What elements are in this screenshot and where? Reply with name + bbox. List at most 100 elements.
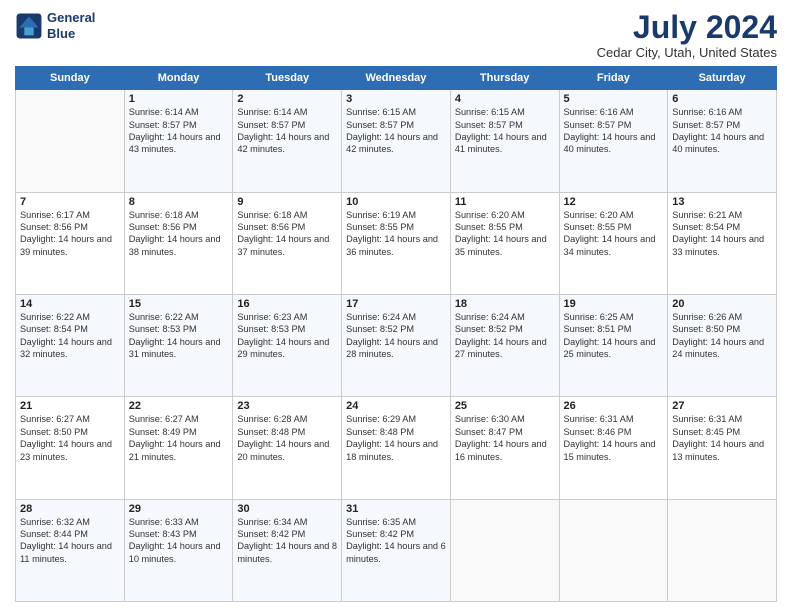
calendar-cell <box>668 499 777 601</box>
day-number: 12 <box>564 196 664 208</box>
calendar-cell: 14Sunrise: 6:22 AMSunset: 8:54 PMDayligh… <box>16 294 125 396</box>
day-info: Sunrise: 6:20 AMSunset: 8:55 PMDaylight:… <box>455 209 555 259</box>
day-info: Sunrise: 6:22 AMSunset: 8:53 PMDaylight:… <box>129 311 229 361</box>
day-header-monday: Monday <box>124 67 233 90</box>
day-number: 2 <box>237 93 337 105</box>
calendar-week-4: 21Sunrise: 6:27 AMSunset: 8:50 PMDayligh… <box>16 397 777 499</box>
day-info: Sunrise: 6:22 AMSunset: 8:54 PMDaylight:… <box>20 311 120 361</box>
day-info: Sunrise: 6:27 AMSunset: 8:50 PMDaylight:… <box>20 413 120 463</box>
calendar-cell: 6Sunrise: 6:16 AMSunset: 8:57 PMDaylight… <box>668 90 777 192</box>
day-info: Sunrise: 6:31 AMSunset: 8:45 PMDaylight:… <box>672 413 772 463</box>
day-number: 21 <box>20 400 120 412</box>
day-number: 16 <box>237 298 337 310</box>
day-number: 17 <box>346 298 446 310</box>
day-info: Sunrise: 6:31 AMSunset: 8:46 PMDaylight:… <box>564 413 664 463</box>
day-number: 9 <box>237 196 337 208</box>
day-header-saturday: Saturday <box>668 67 777 90</box>
logo-line1: General <box>47 10 95 26</box>
calendar-week-2: 7Sunrise: 6:17 AMSunset: 8:56 PMDaylight… <box>16 192 777 294</box>
calendar-cell: 28Sunrise: 6:32 AMSunset: 8:44 PMDayligh… <box>16 499 125 601</box>
day-number: 10 <box>346 196 446 208</box>
day-info: Sunrise: 6:19 AMSunset: 8:55 PMDaylight:… <box>346 209 446 259</box>
day-info: Sunrise: 6:35 AMSunset: 8:42 PMDaylight:… <box>346 516 446 566</box>
logo: General Blue <box>15 10 95 41</box>
day-info: Sunrise: 6:29 AMSunset: 8:48 PMDaylight:… <box>346 413 446 463</box>
day-header-tuesday: Tuesday <box>233 67 342 90</box>
calendar-cell: 10Sunrise: 6:19 AMSunset: 8:55 PMDayligh… <box>342 192 451 294</box>
calendar-cell: 4Sunrise: 6:15 AMSunset: 8:57 PMDaylight… <box>450 90 559 192</box>
day-number: 28 <box>20 503 120 515</box>
day-info: Sunrise: 6:16 AMSunset: 8:57 PMDaylight:… <box>564 106 664 156</box>
day-info: Sunrise: 6:15 AMSunset: 8:57 PMDaylight:… <box>346 106 446 156</box>
calendar-cell: 27Sunrise: 6:31 AMSunset: 8:45 PMDayligh… <box>668 397 777 499</box>
calendar-cell: 30Sunrise: 6:34 AMSunset: 8:42 PMDayligh… <box>233 499 342 601</box>
day-info: Sunrise: 6:25 AMSunset: 8:51 PMDaylight:… <box>564 311 664 361</box>
logo-text: General Blue <box>47 10 95 41</box>
day-number: 1 <box>129 93 229 105</box>
day-info: Sunrise: 6:16 AMSunset: 8:57 PMDaylight:… <box>672 106 772 156</box>
calendar-cell: 11Sunrise: 6:20 AMSunset: 8:55 PMDayligh… <box>450 192 559 294</box>
calendar-cell: 20Sunrise: 6:26 AMSunset: 8:50 PMDayligh… <box>668 294 777 396</box>
calendar-cell: 7Sunrise: 6:17 AMSunset: 8:56 PMDaylight… <box>16 192 125 294</box>
calendar-cell: 15Sunrise: 6:22 AMSunset: 8:53 PMDayligh… <box>124 294 233 396</box>
day-number: 13 <box>672 196 772 208</box>
calendar-cell: 24Sunrise: 6:29 AMSunset: 8:48 PMDayligh… <box>342 397 451 499</box>
day-info: Sunrise: 6:34 AMSunset: 8:42 PMDaylight:… <box>237 516 337 566</box>
calendar-cell <box>450 499 559 601</box>
day-number: 24 <box>346 400 446 412</box>
day-info: Sunrise: 6:30 AMSunset: 8:47 PMDaylight:… <box>455 413 555 463</box>
day-number: 6 <box>672 93 772 105</box>
day-header-friday: Friday <box>559 67 668 90</box>
day-header-thursday: Thursday <box>450 67 559 90</box>
calendar-cell: 13Sunrise: 6:21 AMSunset: 8:54 PMDayligh… <box>668 192 777 294</box>
day-info: Sunrise: 6:14 AMSunset: 8:57 PMDaylight:… <box>129 106 229 156</box>
day-info: Sunrise: 6:27 AMSunset: 8:49 PMDaylight:… <box>129 413 229 463</box>
day-number: 29 <box>129 503 229 515</box>
day-info: Sunrise: 6:20 AMSunset: 8:55 PMDaylight:… <box>564 209 664 259</box>
day-header-wednesday: Wednesday <box>342 67 451 90</box>
calendar-header-row: SundayMondayTuesdayWednesdayThursdayFrid… <box>16 67 777 90</box>
day-info: Sunrise: 6:32 AMSunset: 8:44 PMDaylight:… <box>20 516 120 566</box>
day-info: Sunrise: 6:17 AMSunset: 8:56 PMDaylight:… <box>20 209 120 259</box>
calendar-week-5: 28Sunrise: 6:32 AMSunset: 8:44 PMDayligh… <box>16 499 777 601</box>
day-number: 26 <box>564 400 664 412</box>
calendar-cell: 18Sunrise: 6:24 AMSunset: 8:52 PMDayligh… <box>450 294 559 396</box>
day-number: 27 <box>672 400 772 412</box>
day-number: 20 <box>672 298 772 310</box>
day-number: 7 <box>20 196 120 208</box>
calendar-cell: 26Sunrise: 6:31 AMSunset: 8:46 PMDayligh… <box>559 397 668 499</box>
calendar-cell: 25Sunrise: 6:30 AMSunset: 8:47 PMDayligh… <box>450 397 559 499</box>
day-number: 5 <box>564 93 664 105</box>
calendar-cell: 29Sunrise: 6:33 AMSunset: 8:43 PMDayligh… <box>124 499 233 601</box>
calendar-cell: 5Sunrise: 6:16 AMSunset: 8:57 PMDaylight… <box>559 90 668 192</box>
calendar-table: SundayMondayTuesdayWednesdayThursdayFrid… <box>15 66 777 602</box>
day-info: Sunrise: 6:21 AMSunset: 8:54 PMDaylight:… <box>672 209 772 259</box>
calendar-cell: 22Sunrise: 6:27 AMSunset: 8:49 PMDayligh… <box>124 397 233 499</box>
calendar-cell: 8Sunrise: 6:18 AMSunset: 8:56 PMDaylight… <box>124 192 233 294</box>
day-info: Sunrise: 6:24 AMSunset: 8:52 PMDaylight:… <box>346 311 446 361</box>
main-title: July 2024 <box>597 10 777 45</box>
calendar-cell: 21Sunrise: 6:27 AMSunset: 8:50 PMDayligh… <box>16 397 125 499</box>
calendar-week-3: 14Sunrise: 6:22 AMSunset: 8:54 PMDayligh… <box>16 294 777 396</box>
calendar-cell: 1Sunrise: 6:14 AMSunset: 8:57 PMDaylight… <box>124 90 233 192</box>
logo-icon <box>15 12 43 40</box>
calendar-cell: 17Sunrise: 6:24 AMSunset: 8:52 PMDayligh… <box>342 294 451 396</box>
day-info: Sunrise: 6:18 AMSunset: 8:56 PMDaylight:… <box>237 209 337 259</box>
day-number: 11 <box>455 196 555 208</box>
page: General Blue July 2024 Cedar City, Utah,… <box>0 0 792 612</box>
day-number: 31 <box>346 503 446 515</box>
day-number: 25 <box>455 400 555 412</box>
day-number: 8 <box>129 196 229 208</box>
day-number: 18 <box>455 298 555 310</box>
day-info: Sunrise: 6:18 AMSunset: 8:56 PMDaylight:… <box>129 209 229 259</box>
calendar-cell: 16Sunrise: 6:23 AMSunset: 8:53 PMDayligh… <box>233 294 342 396</box>
day-info: Sunrise: 6:24 AMSunset: 8:52 PMDaylight:… <box>455 311 555 361</box>
calendar-cell: 3Sunrise: 6:15 AMSunset: 8:57 PMDaylight… <box>342 90 451 192</box>
calendar-cell: 2Sunrise: 6:14 AMSunset: 8:57 PMDaylight… <box>233 90 342 192</box>
calendar-cell: 19Sunrise: 6:25 AMSunset: 8:51 PMDayligh… <box>559 294 668 396</box>
calendar-cell: 12Sunrise: 6:20 AMSunset: 8:55 PMDayligh… <box>559 192 668 294</box>
day-header-sunday: Sunday <box>16 67 125 90</box>
calendar-week-1: 1Sunrise: 6:14 AMSunset: 8:57 PMDaylight… <box>16 90 777 192</box>
day-info: Sunrise: 6:28 AMSunset: 8:48 PMDaylight:… <box>237 413 337 463</box>
day-info: Sunrise: 6:14 AMSunset: 8:57 PMDaylight:… <box>237 106 337 156</box>
